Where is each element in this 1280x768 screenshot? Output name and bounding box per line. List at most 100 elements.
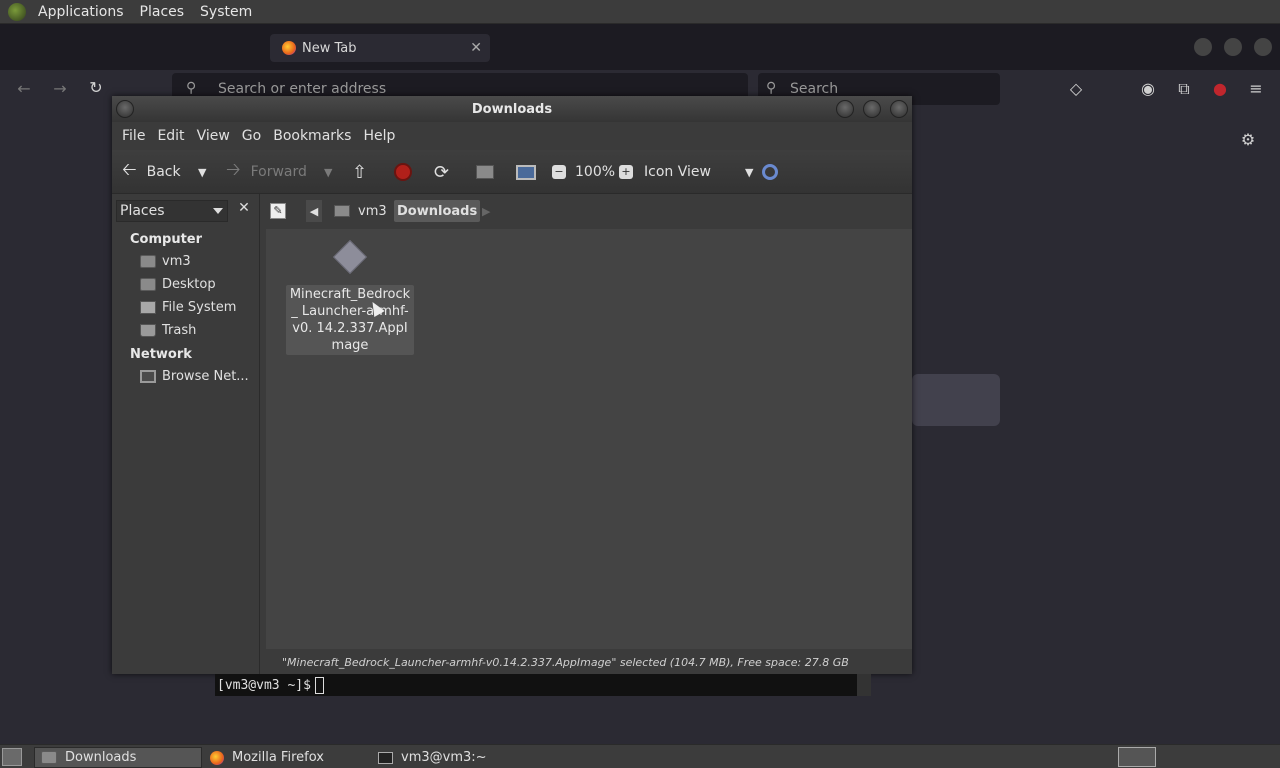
forward-arrow-icon[interactable]: → (50, 79, 70, 98)
forward-button[interactable]: 🡢 Forward (226, 150, 307, 194)
back-history-dropdown[interactable]: ▼ (198, 150, 206, 194)
sidebar-item-desktop[interactable]: Desktop (140, 277, 216, 292)
close-window-icon[interactable] (890, 100, 908, 118)
firefox-overlay-panel (912, 374, 1000, 426)
folder-icon (41, 751, 57, 764)
menu-help[interactable]: Help (357, 128, 401, 144)
zoom-in-icon: + (619, 165, 633, 179)
close-window-icon[interactable] (1254, 38, 1272, 56)
chevron-down-icon (213, 208, 223, 214)
path-bar: ✎ ◀ vm3 Downloads ▶ (268, 194, 912, 228)
computer-button[interactable] (516, 150, 536, 194)
taskbar-item-label: vm3@vm3:~ (401, 750, 487, 765)
back-arrow-icon[interactable]: ← (14, 79, 34, 98)
home-folder-icon (334, 205, 350, 217)
view-mode-value: Icon View (644, 164, 711, 180)
workspace-switcher[interactable] (1118, 747, 1156, 767)
sidebar-item-trash[interactable]: Trash (140, 323, 196, 338)
firefox-tab-new-tab[interactable]: New Tab ✕ (270, 34, 490, 62)
zoom-level[interactable]: 100% (575, 150, 615, 194)
terminal-scrollbar[interactable] (857, 674, 871, 696)
sidebar-item-file-system[interactable]: File System (140, 300, 236, 315)
trash-icon (140, 324, 156, 337)
extensions-icon[interactable]: ⧉ (1174, 79, 1194, 99)
settings-gear-icon[interactable]: ⚙ (1238, 130, 1258, 149)
hamburger-menu-icon[interactable]: ≡ (1246, 79, 1266, 98)
menu-edit[interactable]: Edit (151, 128, 190, 144)
close-sidebar-icon[interactable]: ✕ (234, 200, 254, 220)
menu-go[interactable]: Go (236, 128, 267, 144)
search-button[interactable] (762, 150, 778, 194)
path-button-vm3[interactable]: vm3 (334, 200, 387, 222)
close-tab-icon[interactable]: ✕ (470, 40, 482, 56)
home-button[interactable] (476, 150, 494, 194)
zoom-out-button[interactable]: − (552, 150, 566, 194)
firefox-icon (282, 41, 296, 55)
menu-view[interactable]: View (191, 128, 236, 144)
taskbar-item-label: Downloads (65, 750, 137, 765)
chevron-right-icon: ▶ (482, 204, 491, 218)
window-titlebar[interactable]: Downloads (112, 96, 912, 122)
reload-icon: ⟳ (434, 161, 450, 183)
edit-location-button[interactable]: ✎ (270, 200, 286, 222)
maximize-icon[interactable] (1224, 38, 1242, 56)
minimize-icon[interactable] (1194, 38, 1212, 56)
sidebar-item-browse-network[interactable]: Browse Net... (140, 369, 249, 384)
taskbar-item-terminal[interactable]: vm3@vm3:~ (372, 747, 536, 768)
firefox-tab-strip: New Tab ✕ (0, 24, 1280, 70)
back-button[interactable]: 🡠 Back (122, 150, 181, 194)
sidebar-item-label: Trash (162, 323, 197, 338)
distro-logo-icon[interactable] (8, 2, 26, 21)
applications-menu[interactable]: Applications (30, 4, 132, 20)
reload-button[interactable]: ⟳ (434, 150, 449, 194)
forward-arrow-icon: 🡢 (226, 159, 241, 180)
maximize-icon[interactable] (863, 100, 881, 118)
taskbar-item-firefox[interactable]: Mozilla Firefox (204, 747, 368, 768)
stop-icon (394, 163, 412, 181)
path-scroll-left[interactable]: ◀ (306, 200, 322, 222)
pocket-icon[interactable]: ◇ (1066, 79, 1086, 98)
menu-file[interactable]: File (116, 128, 151, 144)
show-desktop-icon[interactable] (2, 748, 22, 766)
places-menu[interactable]: Places (132, 4, 193, 20)
firefox-icon (210, 750, 224, 765)
back-label: Back (146, 164, 181, 180)
taskbar-item-downloads[interactable]: Downloads (34, 747, 202, 768)
zoom-in-button[interactable]: + (619, 150, 633, 194)
top-panel: Applications Places System (0, 0, 1280, 24)
view-mode-select[interactable]: Icon View ▼ (644, 150, 753, 194)
appimage-file-icon (333, 240, 367, 274)
tab-title: New Tab (302, 40, 357, 56)
sidebar-item-vm3[interactable]: vm3 (140, 254, 191, 269)
path-scroll-right[interactable]: ▶ (482, 200, 490, 222)
sidebar-places-select[interactable]: Places (116, 200, 228, 222)
window-menu-icon[interactable] (116, 100, 134, 118)
search-icon: ⚲ (186, 80, 197, 96)
back-arrow-icon: 🡠 (122, 159, 137, 180)
terminal-window[interactable]: [vm3@vm3 ~]$ (215, 674, 871, 696)
account-icon[interactable]: ◉ (1138, 79, 1158, 98)
sidebar-item-label: Desktop (162, 277, 216, 292)
minimize-icon[interactable] (836, 100, 854, 118)
sidebar-item-label: File System (162, 300, 237, 315)
forward-history-dropdown[interactable]: ▼ (324, 150, 332, 194)
forward-label: Forward (250, 164, 307, 180)
file-name-label: Minecraft_Bedrock_ Launcher-armhf-v0. 14… (286, 285, 414, 355)
up-button[interactable]: ⇧ (352, 150, 367, 194)
ublock-origin-icon[interactable]: ● (1210, 79, 1230, 98)
path-button-downloads[interactable]: Downloads (394, 200, 481, 222)
file-view[interactable]: Minecraft_Bedrock_ Launcher-armhf-v0. 14… (266, 229, 912, 649)
up-arrow-icon: ⇧ (352, 161, 368, 183)
stop-button[interactable] (394, 150, 412, 194)
terminal-prompt: [vm3@vm3 ~]$ (217, 677, 311, 693)
window-title: Downloads (471, 101, 553, 117)
terminal-cursor (314, 676, 324, 694)
taskbar-item-label: Mozilla Firefox (232, 750, 324, 765)
sidebar-item-label: Browse Net... (162, 369, 249, 384)
menu-bookmarks[interactable]: Bookmarks (267, 128, 357, 144)
taskbar: Downloads Mozilla Firefox vm3@vm3:~ (0, 744, 1280, 768)
system-menu[interactable]: System (192, 4, 260, 20)
window-controls (1194, 38, 1272, 56)
file-manager-window: Downloads File Edit View Go Bookmarks He… (112, 96, 912, 674)
reload-icon[interactable]: ↻ (86, 78, 106, 97)
